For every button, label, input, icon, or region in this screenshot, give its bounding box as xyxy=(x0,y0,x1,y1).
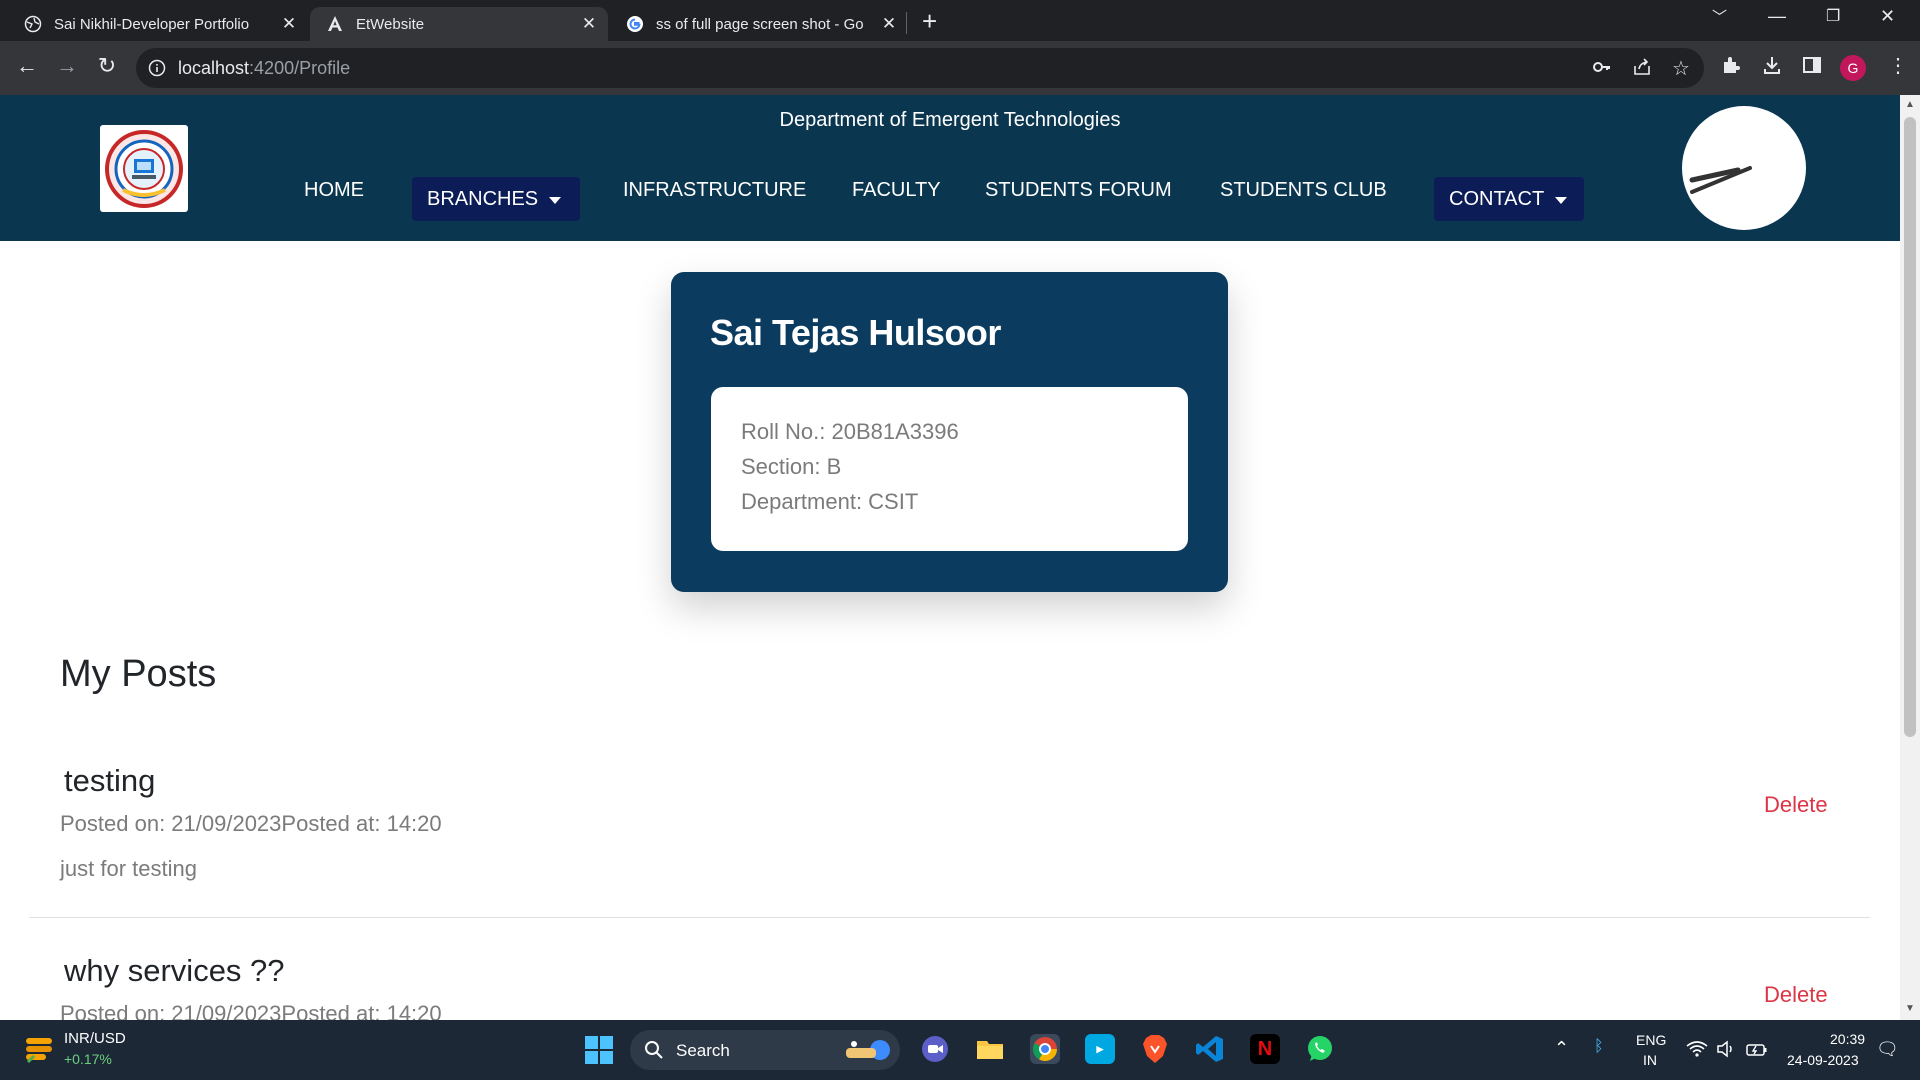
department-title: Department of Emergent Technologies xyxy=(779,109,1121,131)
caret-down-icon xyxy=(1555,196,1568,204)
roll-number: Roll No.: 20B81A3396 xyxy=(741,419,959,444)
battery-icon[interactable] xyxy=(1746,1040,1768,1063)
scroll-down-icon[interactable]: ▼ xyxy=(1905,1003,1915,1014)
tab-title: EtWebsite xyxy=(356,15,425,33)
tab-etwebsite[interactable]: EtWebsite ✕ xyxy=(310,7,608,41)
tab-title: ss of full page screen shot - Goo xyxy=(656,15,864,33)
nav-branches-dropdown[interactable]: BRANCHES xyxy=(412,177,580,221)
brave-icon[interactable] xyxy=(1140,1034,1170,1064)
ticker-name: INR/USD xyxy=(64,1030,126,1047)
tab-search-icon[interactable]: ﹀ xyxy=(1712,6,1727,27)
tab-portfolio[interactable]: Sai Nikhil-Developer Portfolio ✕ xyxy=(8,7,308,41)
google-icon xyxy=(626,15,644,33)
share-icon[interactable] xyxy=(1632,57,1652,83)
page-scrollbar[interactable]: ▲ ▼ xyxy=(1900,95,1920,1020)
key-icon[interactable] xyxy=(1592,57,1612,83)
post-body: just for testing xyxy=(60,856,197,881)
volume-icon[interactable] xyxy=(1716,1040,1736,1063)
my-posts-heading: My Posts xyxy=(60,653,217,695)
whatsapp-icon[interactable] xyxy=(1305,1034,1335,1064)
netflix-icon[interactable]: N xyxy=(1250,1034,1280,1064)
extensions-icon[interactable] xyxy=(1721,55,1741,81)
nav-infrastructure[interactable]: INFRASTRUCTURE xyxy=(623,179,806,202)
close-icon[interactable]: ✕ xyxy=(580,15,598,33)
file-explorer-icon[interactable] xyxy=(975,1034,1005,1064)
language-code[interactable]: ENG xyxy=(1636,1032,1666,1048)
taskbar-time[interactable]: 20:39 xyxy=(1830,1031,1865,1047)
prime-video-icon[interactable]: ▶ xyxy=(1085,1034,1115,1064)
globe-icon xyxy=(24,15,42,33)
taskbar-search[interactable]: Search xyxy=(630,1030,900,1070)
search-icon xyxy=(644,1040,664,1065)
nav-students-club[interactable]: STUDENTS CLUB xyxy=(1220,179,1387,202)
close-window-icon[interactable]: ✕ xyxy=(1880,6,1895,27)
restore-icon[interactable]: ❐ xyxy=(1826,6,1840,26)
scroll-thumb[interactable] xyxy=(1904,117,1916,737)
close-icon[interactable]: ✕ xyxy=(880,15,898,33)
browser-toolbar: ← → ↻ localhost:4200/Profile ☆ G ⋮ xyxy=(0,41,1920,95)
nav-faculty[interactable]: FACULTY xyxy=(852,179,941,202)
profile-avatar[interactable]: G xyxy=(1840,55,1866,81)
bluetooth-icon[interactable]: ᛒ xyxy=(1594,1038,1604,1056)
notifications-icon[interactable]: 🗨 xyxy=(1876,1039,1899,1060)
tab-google-search[interactable]: ss of full page screen shot - Goo ✕ xyxy=(610,7,908,41)
college-seal-icon xyxy=(105,129,183,208)
college-logo[interactable] xyxy=(100,125,188,212)
meet-icon[interactable] xyxy=(920,1034,950,1064)
side-panel-icon[interactable] xyxy=(1802,55,1822,81)
ticker-change: +0.17% xyxy=(64,1051,112,1067)
menu-icon[interactable]: ⋮ xyxy=(1888,53,1908,78)
nav-contact-dropdown[interactable]: CONTACT xyxy=(1434,177,1584,221)
profile-card: Sai Tejas Hulsoor Roll No.: 20B81A3396 S… xyxy=(671,272,1228,592)
tab-title: Sai Nikhil-Developer Portfolio xyxy=(54,15,250,33)
wifi-icon[interactable] xyxy=(1686,1040,1708,1063)
tab-divider xyxy=(906,12,907,34)
post-meta: Posted on: 21/09/2023Posted at: 14:20 xyxy=(60,811,442,836)
stock-widget-icon[interactable] xyxy=(22,1032,56,1071)
delete-post-button[interactable]: Delete xyxy=(1764,792,1828,818)
url-text: localhost:4200/Profile xyxy=(178,58,351,78)
nav-branches-label: BRANCHES xyxy=(427,187,539,210)
close-icon[interactable]: ✕ xyxy=(280,15,298,33)
department: Department: CSIT xyxy=(741,489,919,514)
download-icon[interactable] xyxy=(1762,55,1782,81)
site-header: Department of Emergent Technologies HOME… xyxy=(0,95,1900,241)
back-icon[interactable]: ← xyxy=(12,53,42,79)
show-hidden-icons-icon[interactable]: ⌃ xyxy=(1554,1038,1569,1059)
delete-post-button[interactable]: Delete xyxy=(1764,982,1828,1008)
minimize-icon[interactable]: — xyxy=(1768,6,1786,27)
forward-icon[interactable]: → xyxy=(52,53,82,79)
post-title: testing xyxy=(64,763,156,798)
vscode-icon[interactable] xyxy=(1195,1034,1225,1064)
post-divider xyxy=(29,917,1870,918)
section: Section: B xyxy=(741,454,842,479)
windows-start-icon[interactable] xyxy=(584,1035,614,1070)
star-icon[interactable]: ☆ xyxy=(1672,56,1690,81)
search-highlight-icon xyxy=(840,1036,896,1069)
caret-down-icon xyxy=(549,196,562,204)
taskbar-date[interactable]: 24-09-2023 xyxy=(1787,1052,1859,1068)
reload-icon[interactable]: ↻ xyxy=(92,53,122,79)
scroll-up-icon[interactable]: ▲ xyxy=(1905,99,1915,110)
profile-details: Roll No.: 20B81A3396 Section: B Departme… xyxy=(711,387,1188,551)
profile-name: Sai Tejas Hulsoor xyxy=(710,312,1001,353)
nav-contact-label: CONTACT xyxy=(1449,187,1545,210)
nav-students-forum[interactable]: STUDENTS FORUM xyxy=(985,179,1172,202)
post-meta: Posted on: 21/09/2023Posted at: 14:20 xyxy=(60,1001,442,1020)
address-bar[interactable]: localhost:4200/Profile ☆ xyxy=(136,48,1704,88)
new-tab-icon[interactable]: + xyxy=(922,8,937,34)
chrome-icon[interactable] xyxy=(1030,1034,1060,1064)
post-title: why services ?? xyxy=(64,953,285,988)
angular-icon xyxy=(326,15,344,33)
page-viewport: Department of Emergent Technologies HOME… xyxy=(0,95,1900,1020)
info-icon[interactable] xyxy=(148,59,166,82)
analog-clock xyxy=(1682,106,1806,230)
region-code[interactable]: IN xyxy=(1643,1052,1657,1068)
nav-home[interactable]: HOME xyxy=(304,179,364,202)
clock-hands-icon xyxy=(1689,166,1752,194)
search-label: Search xyxy=(676,1041,730,1060)
windows-taskbar: INR/USD +0.17% Search ▶ N ⌃ ᛒ ENG IN 20:… xyxy=(0,1020,1920,1080)
browser-tab-strip: Sai Nikhil-Developer Portfolio ✕ EtWebsi… xyxy=(0,0,1920,41)
